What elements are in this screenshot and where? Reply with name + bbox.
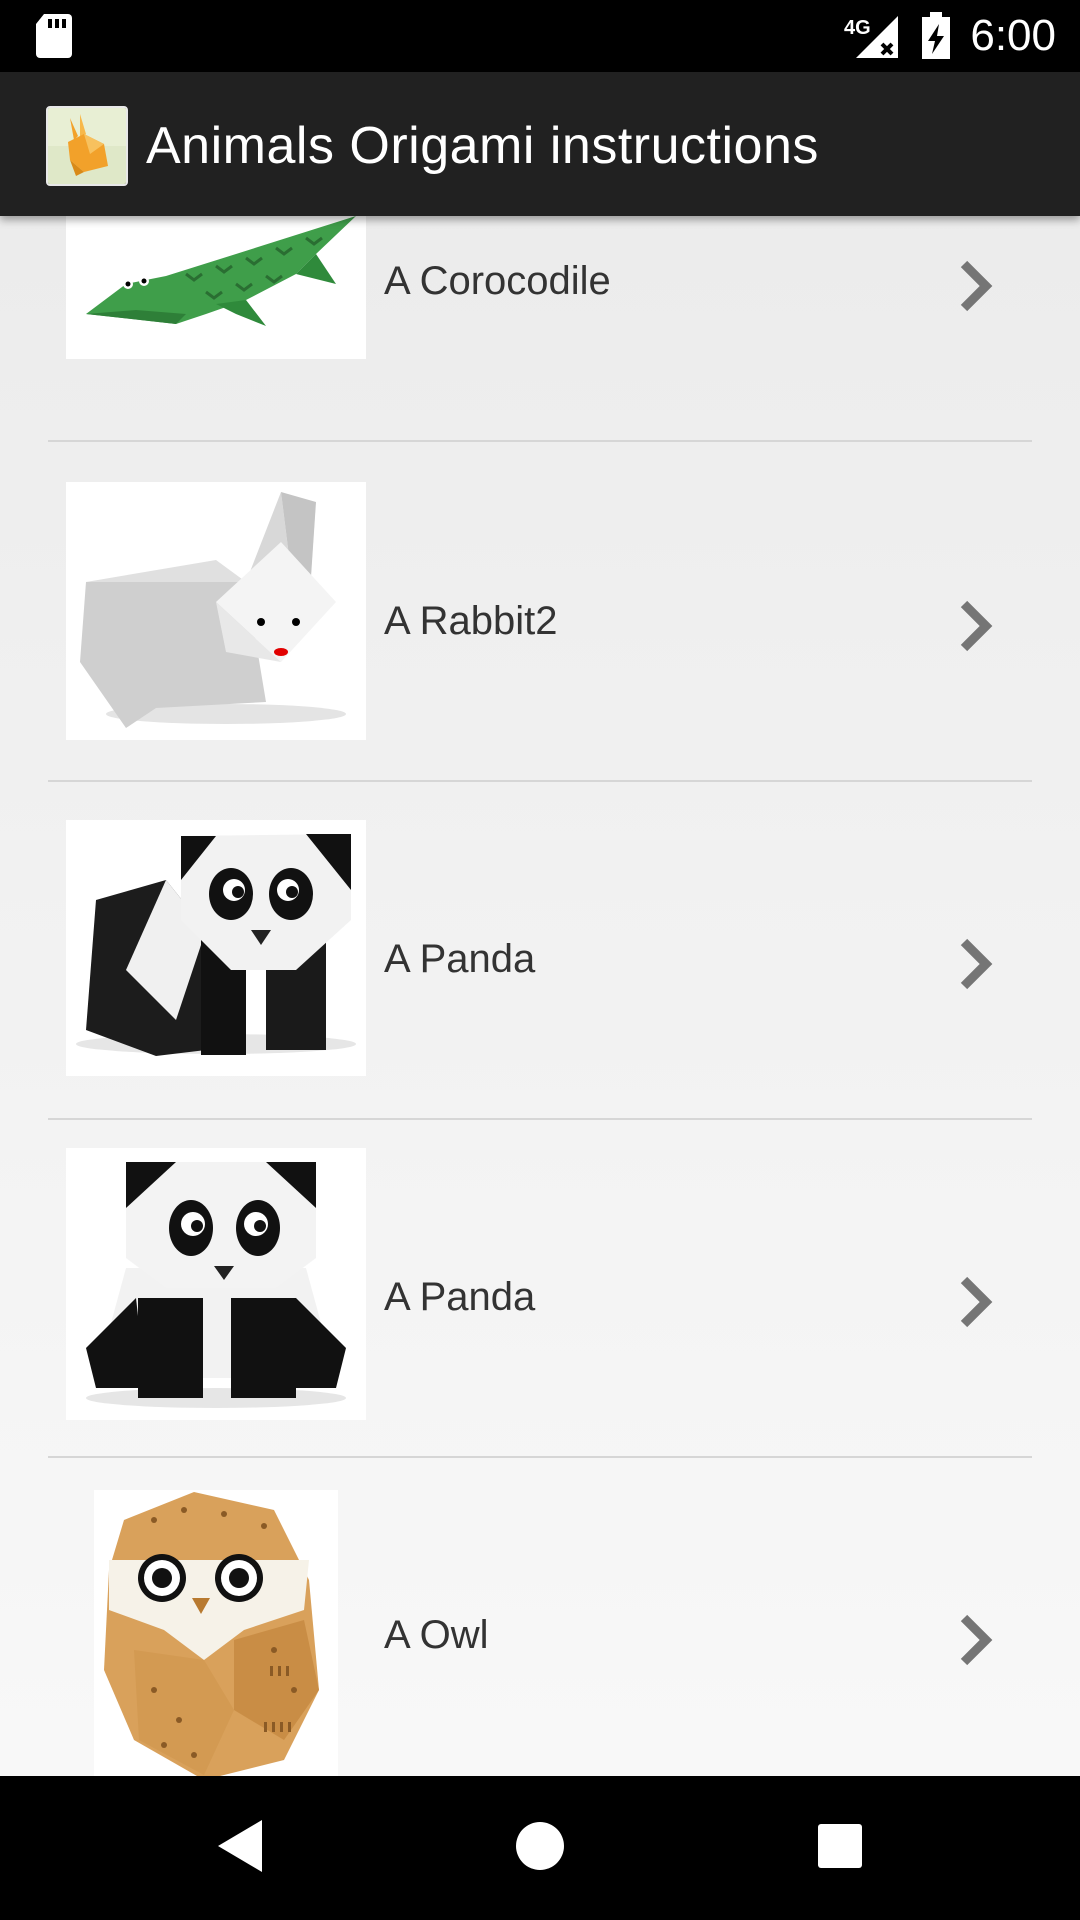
chevron-right-icon <box>960 1276 993 1328</box>
recents-icon[interactable] <box>816 1816 864 1876</box>
list-item-label: A Panda <box>384 1275 536 1319</box>
thumbnail-rabbit <box>66 482 366 740</box>
divider <box>48 440 1032 442</box>
battery-charging-icon <box>922 12 950 59</box>
list-item[interactable]: A Owl <box>0 1458 1080 1776</box>
signal-icon: 4G <box>844 16 898 58</box>
status-time: 6:00 <box>970 11 1056 60</box>
chevron-right-icon <box>960 260 993 312</box>
thumbnail-panda-sitting <box>66 1148 366 1420</box>
list-item[interactable]: A Panda <box>0 782 1080 1120</box>
thumbnail-panda <box>66 820 366 1076</box>
origami-list[interactable]: A Corocodile A Rabbit2 A Panda A Panda A… <box>0 216 1080 1776</box>
origami-rabbit-app-icon <box>48 108 126 184</box>
back-icon[interactable] <box>214 1816 266 1876</box>
list-item-label: A Panda <box>384 937 536 981</box>
list-item-label: A Rabbit2 <box>384 599 558 643</box>
thumbnail-crocodile <box>66 216 366 359</box>
nav-bar <box>0 1776 1080 1920</box>
list-item-label: A Owl <box>384 1613 489 1657</box>
list-item[interactable]: A Corocodile <box>0 216 1080 442</box>
sd-card-icon <box>36 14 72 58</box>
list-item[interactable]: A Panda <box>0 1120 1080 1458</box>
list-item-label: A Corocodile <box>384 259 611 303</box>
status-bar: 4G 6:00 <box>0 0 1080 72</box>
app-bar: Animals Origami instructions <box>0 72 1080 216</box>
home-icon[interactable] <box>514 1816 566 1876</box>
svg-text:4G: 4G <box>844 17 871 39</box>
page-title: Animals Origami instructions <box>146 117 819 175</box>
chevron-right-icon <box>960 1614 993 1666</box>
chevron-right-icon <box>960 938 993 990</box>
app-icon <box>46 106 128 186</box>
thumbnail-owl <box>94 1490 338 1776</box>
chevron-right-icon <box>960 600 993 652</box>
list-item[interactable]: A Rabbit2 <box>0 444 1080 782</box>
